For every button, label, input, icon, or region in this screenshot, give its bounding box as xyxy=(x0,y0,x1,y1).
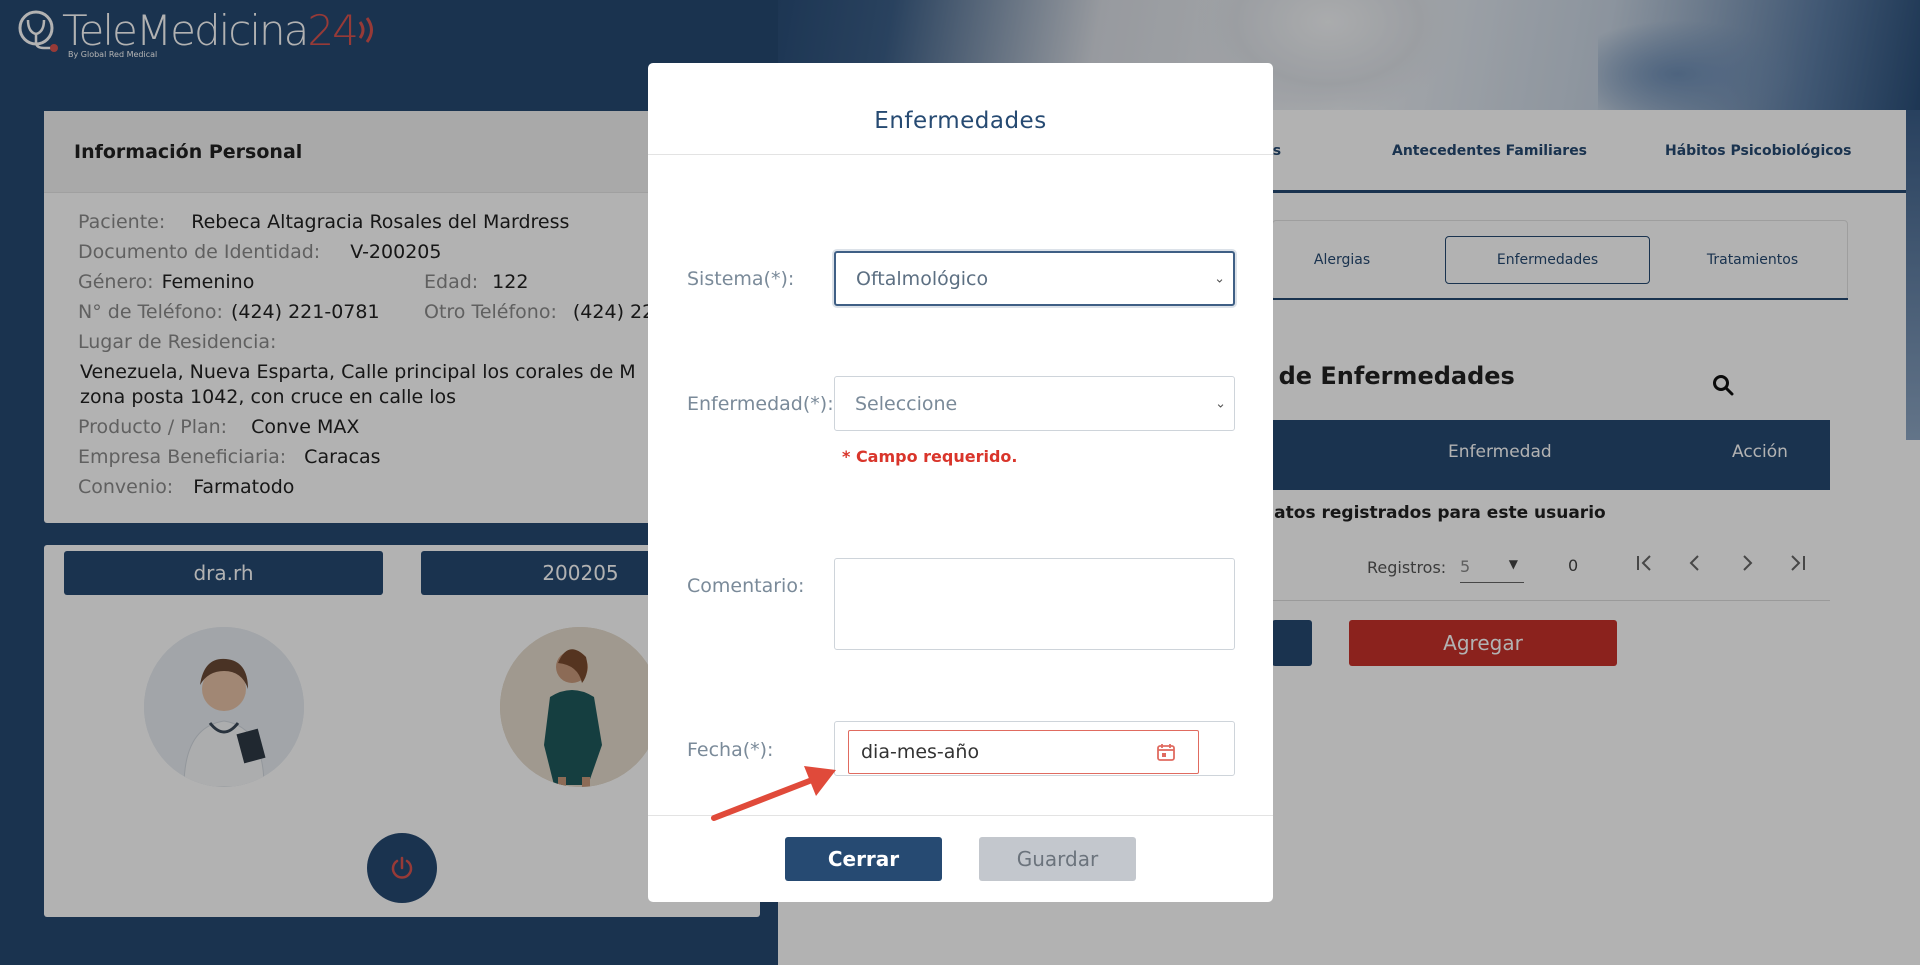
required-error: * Campo requerido. xyxy=(842,447,1018,466)
chevron-down-icon: ⌄ xyxy=(1214,271,1225,286)
system-select[interactable]: Oftalmológico ⌄ xyxy=(834,251,1235,306)
date-placeholder: dia-mes-año xyxy=(861,741,980,763)
date-label: Fecha(*): xyxy=(687,739,774,761)
disease-placeholder: Seleccione xyxy=(855,392,958,415)
date-input[interactable]: dia-mes-año xyxy=(848,730,1199,774)
comment-textarea[interactable] xyxy=(834,558,1235,650)
system-label: Sistema(*): xyxy=(687,268,795,290)
disease-label: Enfermedad(*): xyxy=(687,393,834,415)
modal-header: Enfermedades xyxy=(648,63,1273,155)
disease-select[interactable]: Seleccione ⌄ xyxy=(834,376,1235,431)
save-button[interactable]: Guardar xyxy=(979,837,1136,881)
system-value: Oftalmológico xyxy=(856,267,989,290)
comment-label: Comentario: xyxy=(687,575,805,597)
calendar-icon[interactable] xyxy=(1156,742,1176,762)
annotation-arrow-icon xyxy=(711,766,836,821)
close-button[interactable]: Cerrar xyxy=(785,837,942,881)
chevron-down-icon: ⌄ xyxy=(1215,396,1226,411)
modal-title: Enfermedades xyxy=(874,107,1047,134)
